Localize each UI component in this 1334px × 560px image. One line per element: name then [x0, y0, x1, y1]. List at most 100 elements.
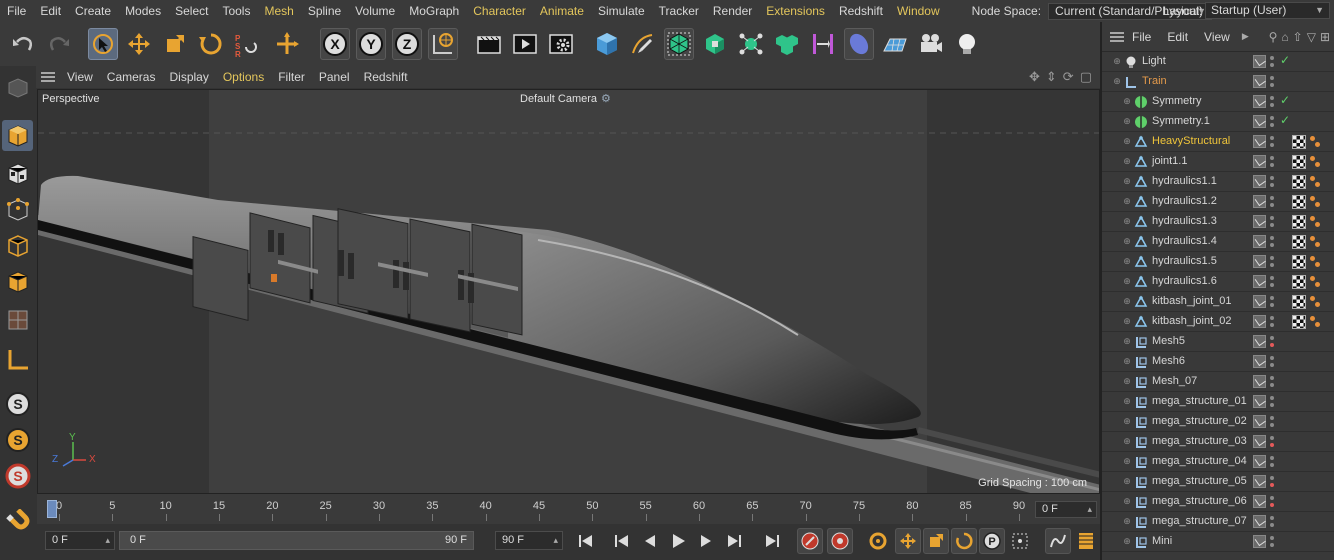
menu-select[interactable]: Select [168, 0, 215, 22]
visibility-dots-icon[interactable] [1270, 334, 1274, 350]
visibility-dots-icon[interactable] [1270, 294, 1274, 310]
visibility-dots-icon[interactable] [1270, 274, 1274, 290]
object-row[interactable]: ⊕ mega_structure_04 [1102, 452, 1334, 472]
visibility-dots-icon[interactable] [1270, 394, 1274, 410]
object-row[interactable]: ⊕ hydraulics1.2 [1102, 192, 1334, 212]
material-tag-icon[interactable] [1292, 295, 1306, 309]
object-name[interactable]: kitbash_joint_02 [1152, 315, 1232, 327]
visibility-dots-icon[interactable] [1270, 454, 1274, 470]
expand-toggle-icon[interactable]: ⊕ [1122, 376, 1132, 386]
object-name[interactable]: mega_structure_04 [1152, 455, 1247, 467]
y-axis-lock-icon[interactable]: Y [356, 28, 386, 60]
expand-toggle-icon[interactable]: ⊕ [1122, 496, 1132, 506]
object-name[interactable]: mega_structure_02 [1152, 415, 1247, 427]
search-icon[interactable]: ⚲ [1269, 30, 1278, 44]
object-name[interactable]: mega_structure_06 [1152, 495, 1247, 507]
object-row[interactable]: ⊕ hydraulics1.5 [1102, 252, 1334, 272]
object-row[interactable]: ⊕ Mini [1102, 532, 1334, 552]
timeline-window-icon[interactable] [1073, 528, 1099, 554]
menu-mesh[interactable]: Mesh [257, 0, 300, 22]
visibility-dots-icon[interactable] [1270, 134, 1274, 150]
enabled-check-icon[interactable]: ✓ [1280, 53, 1290, 67]
ik-tag-icon[interactable] [1310, 175, 1322, 189]
layer-toggle-icon[interactable] [1253, 335, 1266, 348]
object-name[interactable]: hydraulics1.1 [1152, 175, 1217, 187]
expand-toggle-icon[interactable]: ⊕ [1122, 196, 1132, 206]
object-name[interactable]: hydraulics1.3 [1152, 215, 1217, 227]
expand-toggle-icon[interactable]: ⊕ [1122, 276, 1132, 286]
layer-toggle-icon[interactable] [1253, 515, 1266, 528]
expand-toggle-icon[interactable]: ⊕ [1122, 156, 1132, 166]
visibility-dots-icon[interactable] [1270, 214, 1274, 230]
object-name[interactable]: kitbash_joint_01 [1152, 295, 1232, 307]
menu-window[interactable]: Window [890, 0, 947, 22]
menu-volume[interactable]: Volume [348, 0, 402, 22]
layout-dropdown[interactable]: Startup (User) ▼ [1205, 2, 1330, 19]
object-name[interactable]: Mesh5 [1152, 335, 1185, 347]
layer-toggle-icon[interactable] [1253, 395, 1266, 408]
object-row[interactable]: ⊕ Mesh6 [1102, 352, 1334, 372]
render-settings-icon[interactable] [546, 28, 576, 60]
viewport-menu-cameras[interactable]: Cameras [100, 66, 163, 88]
enabled-check-icon[interactable]: ✓ [1280, 93, 1290, 107]
visibility-dots-icon[interactable] [1270, 314, 1274, 330]
object-row[interactable]: ⊕ mega_structure_01 [1102, 392, 1334, 412]
menu-edit[interactable]: Edit [33, 0, 68, 22]
expand-toggle-icon[interactable]: ⊕ [1122, 336, 1132, 346]
ik-tag-icon[interactable] [1310, 195, 1322, 209]
viewport-menu-view[interactable]: View [60, 66, 100, 88]
material-tag-icon[interactable] [1292, 215, 1306, 229]
point-level-animation-icon[interactable] [1007, 528, 1033, 554]
object-name[interactable]: Symmetry.1 [1152, 115, 1210, 127]
object-row[interactable]: ⊕ Symmetry ✓ [1102, 92, 1334, 112]
texture-mode-icon[interactable] [2, 158, 33, 189]
expand-toggle-icon[interactable]: ⊕ [1122, 296, 1132, 306]
filter-icon[interactable]: ▽ [1307, 30, 1316, 44]
pen-spline-icon[interactable] [628, 28, 658, 60]
expand-toggle-icon[interactable]: ⊕ [1122, 216, 1132, 226]
expand-toggle-icon[interactable]: ⊕ [1122, 176, 1132, 186]
uv-mode-icon[interactable] [2, 304, 33, 335]
menu-spline[interactable]: Spline [301, 0, 348, 22]
ik-tag-icon[interactable] [1310, 275, 1322, 289]
generator-icon[interactable] [700, 28, 730, 60]
hamburger-menu-icon[interactable] [1110, 31, 1124, 42]
world-axis-icon[interactable] [272, 28, 302, 60]
axis-mode-icon[interactable] [2, 344, 33, 375]
previous-frame-icon[interactable] [637, 528, 663, 554]
dolly-icon[interactable]: ⇕ [1046, 69, 1057, 85]
solo-hierarchy-icon[interactable]: S [2, 460, 33, 491]
expand-toggle-icon[interactable]: ⊕ [1122, 136, 1132, 146]
ik-tag-icon[interactable] [1310, 235, 1322, 249]
pan-icon[interactable]: ✥ [1029, 69, 1040, 85]
object-manager-menu-edit[interactable]: Edit [1159, 30, 1196, 44]
visibility-dots-icon[interactable] [1270, 114, 1274, 130]
expand-toggle-icon[interactable]: ⊕ [1122, 256, 1132, 266]
model-mode-icon[interactable] [2, 120, 33, 151]
z-axis-lock-icon[interactable]: Z [392, 28, 422, 60]
object-name[interactable]: Train [1142, 75, 1167, 87]
solo-single-icon[interactable]: S [2, 424, 33, 455]
menu-file[interactable]: File [0, 0, 33, 22]
visibility-dots-icon[interactable] [1270, 74, 1274, 90]
timeline-ruler[interactable]: 0 5 10 15 20 25 30 35 40 45 50 55 60 65 70 75 80 85 90 0 F… [37, 494, 1100, 524]
visibility-dots-icon[interactable] [1270, 474, 1274, 490]
object-name[interactable]: mega_structure_07 [1152, 515, 1247, 527]
layer-toggle-icon[interactable] [1253, 75, 1266, 88]
visibility-dots-icon[interactable] [1270, 154, 1274, 170]
visibility-dots-icon[interactable] [1270, 54, 1274, 70]
current-frame-indicator[interactable] [47, 500, 57, 518]
position-key-icon[interactable] [895, 528, 921, 554]
object-row[interactable]: ⊕ kitbash_joint_02 [1102, 312, 1334, 332]
end-frame-field[interactable]: 90 F ▴ [495, 531, 563, 550]
object-row[interactable]: ⊕ hydraulics1.6 [1102, 272, 1334, 292]
subdivision-icon[interactable] [664, 28, 694, 60]
object-row[interactable]: ⊕ Symmetry.1 ✓ [1102, 112, 1334, 132]
move-icon[interactable] [124, 28, 154, 60]
enabled-check-icon[interactable]: ✓ [1280, 113, 1290, 127]
object-row[interactable]: ⊕ hydraulics1.4 [1102, 232, 1334, 252]
render-region-icon[interactable] [474, 28, 504, 60]
3d-viewport[interactable]: Y Z X Perspective Default Camera ⚙ Grid … [37, 89, 1100, 494]
menu-tools[interactable]: Tools [215, 0, 257, 22]
object-name[interactable]: mega_structure_01 [1152, 395, 1247, 407]
